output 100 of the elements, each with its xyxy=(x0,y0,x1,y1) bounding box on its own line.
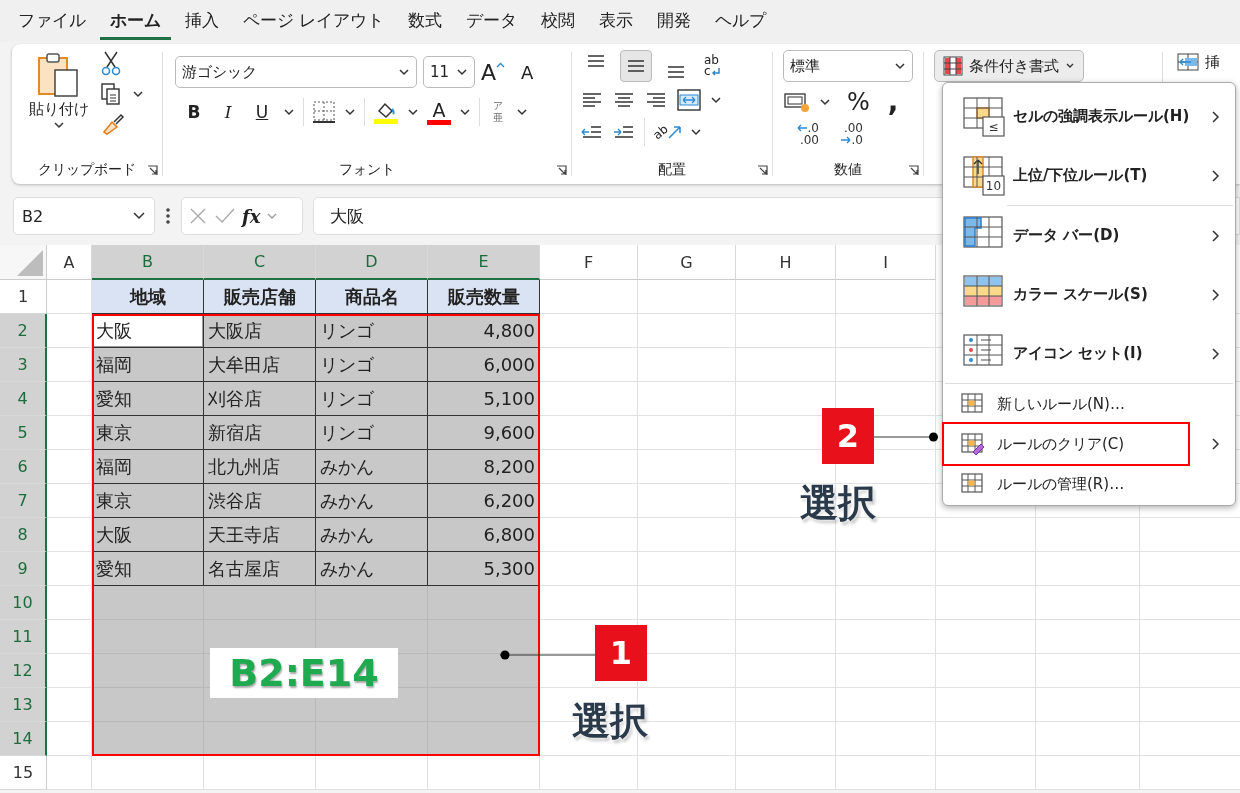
leader-line xyxy=(874,432,938,442)
insert-function-button[interactable]: fx xyxy=(242,205,261,227)
group-label: 配置 xyxy=(658,161,686,179)
caret-icon xyxy=(53,121,65,129)
row-header[interactable]: 11 xyxy=(0,620,47,654)
column-header[interactable]: G xyxy=(638,245,736,280)
ribbon-tab[interactable]: ファイル xyxy=(8,2,96,40)
table-cell: 愛知 xyxy=(92,382,204,416)
manage-rules-icon xyxy=(961,473,985,495)
dialog-launcher-icon[interactable] xyxy=(757,165,768,176)
row-header[interactable]: 14 xyxy=(0,722,47,756)
column-header[interactable]: B xyxy=(92,245,204,280)
menu-item[interactable]: カラー スケール(S) xyxy=(943,265,1235,324)
row-header[interactable]: 9 xyxy=(0,552,47,586)
row-header[interactable]: 7 xyxy=(0,484,47,518)
align-top-icon xyxy=(587,55,605,67)
middle-align-button[interactable] xyxy=(620,50,652,82)
copy-icon[interactable] xyxy=(100,82,122,106)
increase-font-size-button[interactable]: A xyxy=(481,59,515,85)
ribbon-tab[interactable]: ホーム xyxy=(100,2,171,40)
column-header[interactable]: A xyxy=(47,245,92,280)
menu-item[interactable]: ルールのクリア(C) xyxy=(943,424,1235,464)
row-header[interactable]: 1 xyxy=(0,280,47,314)
table-cell: みかん xyxy=(316,518,428,552)
font-color-button[interactable]: A xyxy=(427,99,451,125)
font-size-dropdown[interactable]: 11 xyxy=(423,56,475,88)
ribbon-tab[interactable]: 校閲 xyxy=(531,2,586,40)
paste-button[interactable]: 貼り付け xyxy=(26,50,92,156)
row-header[interactable]: 2 xyxy=(0,314,47,348)
row-header[interactable]: 12 xyxy=(0,654,47,688)
new-rule-icon xyxy=(961,393,985,415)
number-format-dropdown[interactable]: 標準 xyxy=(783,50,913,82)
row-header[interactable]: 3 xyxy=(0,348,47,382)
column-header[interactable]: I xyxy=(836,245,936,280)
caret-icon[interactable] xyxy=(407,108,419,116)
phonetic-guide-button[interactable]: ア 亜 xyxy=(488,100,508,124)
underline-button[interactable]: U xyxy=(249,99,275,125)
wrap-text-button[interactable]: ab c xyxy=(704,55,721,77)
menu-item[interactable]: ≤ セルの強調表示ルール(H) xyxy=(943,87,1235,146)
row-header[interactable]: 13 xyxy=(0,688,47,722)
caret-icon[interactable] xyxy=(344,108,356,116)
insert-button[interactable]: 挿 xyxy=(1177,52,1220,72)
ribbon-tab[interactable]: データ xyxy=(456,2,528,40)
font-name-dropdown[interactable]: 游ゴシック xyxy=(175,56,417,88)
ribbon-tab[interactable]: ヘルプ xyxy=(705,2,777,40)
caret-icon[interactable] xyxy=(132,90,144,98)
name-box[interactable]: B2 xyxy=(13,197,155,235)
ribbon-tab[interactable]: 数式 xyxy=(398,2,453,40)
conditional-formatting-button[interactable]: 条件付き書式 xyxy=(934,50,1084,82)
column-header[interactable]: H xyxy=(736,245,836,280)
table-cell: 渋谷店 xyxy=(204,484,316,518)
table-cell: 新宿店 xyxy=(204,416,316,450)
table-cell: 愛知 xyxy=(92,552,204,586)
ribbon-tab[interactable]: ページ レイアウト xyxy=(233,2,395,40)
dialog-launcher-icon[interactable] xyxy=(147,165,158,176)
currency-format-icon[interactable] xyxy=(783,90,811,114)
decrease-decimal-button[interactable]: .00 .0 xyxy=(827,122,863,146)
borders-icon[interactable] xyxy=(312,100,336,124)
table-header-cell: 販売数量 xyxy=(428,280,540,314)
table-header-cell: 販売店舗 xyxy=(204,280,316,314)
column-header[interactable]: D xyxy=(316,245,428,280)
italic-button[interactable]: I xyxy=(215,99,241,125)
increase-decimal-button[interactable]: .0 .00 xyxy=(783,122,819,146)
column-header[interactable]: C xyxy=(204,245,316,280)
row-header[interactable]: 5 xyxy=(0,416,47,450)
merge-center-icon[interactable] xyxy=(676,88,702,112)
paintbrush-icon[interactable] xyxy=(100,112,126,136)
scissors-icon[interactable] xyxy=(100,50,122,76)
table-cell: 東京 xyxy=(92,416,204,450)
ribbon-tab[interactable]: 開発 xyxy=(647,2,702,40)
caret-icon[interactable] xyxy=(819,98,831,106)
row-header[interactable]: 8 xyxy=(0,518,47,552)
percent-style-button[interactable]: % xyxy=(847,88,870,116)
dialog-launcher-icon[interactable] xyxy=(908,165,919,176)
decrease-font-size-button[interactable]: A xyxy=(521,61,555,83)
step-number-badge: 2 xyxy=(822,408,874,464)
table-cell: みかん xyxy=(316,552,428,586)
column-header[interactable]: E xyxy=(428,245,540,280)
caret-icon[interactable] xyxy=(690,128,702,136)
table-cell: 8,200 xyxy=(428,450,540,484)
orientation-button[interactable]: ab xyxy=(653,125,682,139)
menu-item[interactable]: アイコン セット(I) xyxy=(943,324,1235,383)
caret-icon[interactable] xyxy=(459,108,471,116)
dialog-launcher-icon[interactable] xyxy=(556,165,567,176)
ribbon-tab[interactable]: 表示 xyxy=(589,2,644,40)
table-cell: 大牟田店 xyxy=(204,348,316,382)
more-options-icon[interactable] xyxy=(165,206,171,226)
table-cell: 6,800 xyxy=(428,518,540,552)
row-header[interactable]: 4 xyxy=(0,382,47,416)
menu-item[interactable]: 新しいルール(N)… xyxy=(943,384,1235,424)
caret-icon[interactable] xyxy=(283,108,295,116)
row-header[interactable]: 15 xyxy=(0,756,47,790)
menu-item[interactable]: ルールの管理(R)… xyxy=(943,464,1235,504)
caret-icon[interactable] xyxy=(710,96,722,104)
caret-icon[interactable] xyxy=(516,108,528,116)
bold-button[interactable]: B xyxy=(181,99,207,125)
row-header[interactable]: 10 xyxy=(0,586,47,620)
row-header[interactable]: 6 xyxy=(0,450,47,484)
ribbon-tab[interactable]: 挿入 xyxy=(175,2,229,40)
column-header[interactable]: F xyxy=(540,245,638,280)
